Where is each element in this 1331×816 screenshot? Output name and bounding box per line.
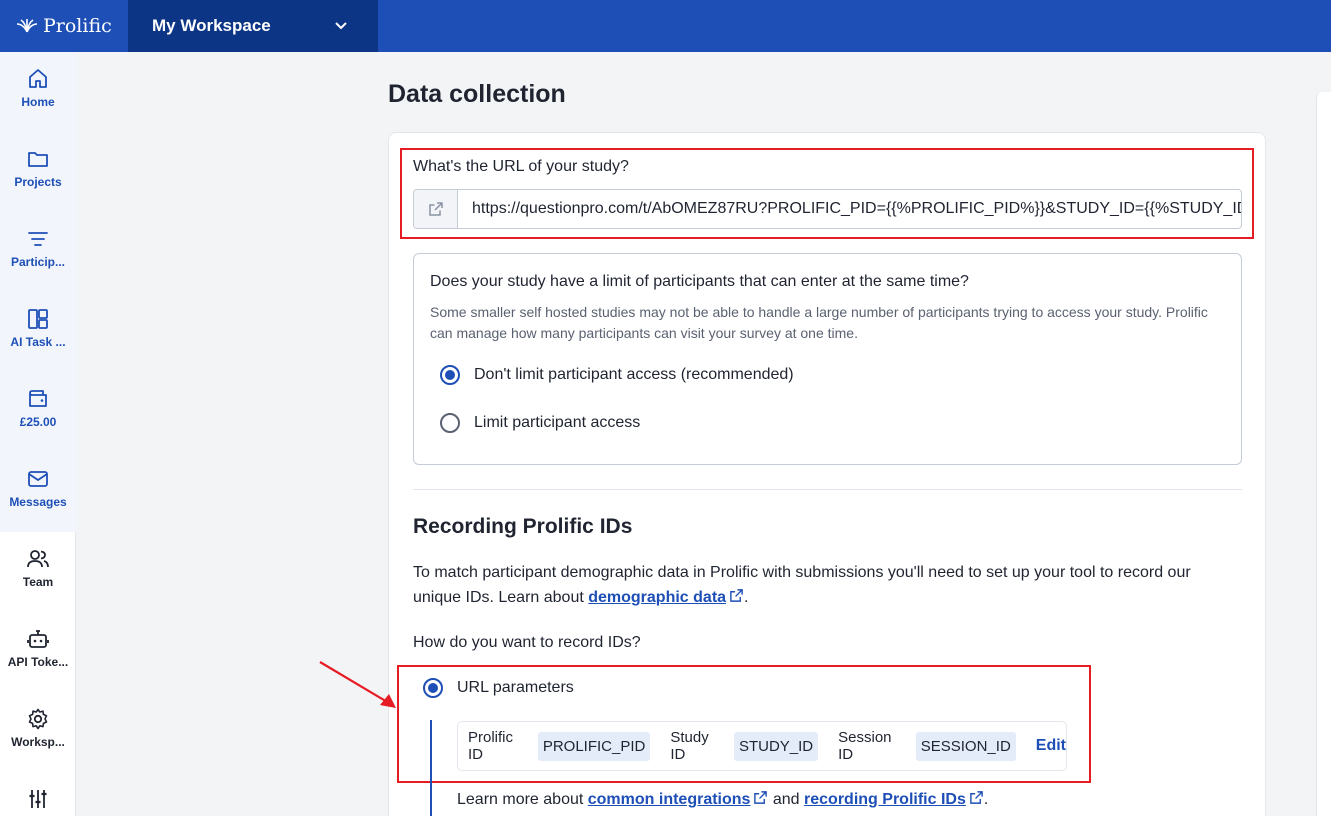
sidebar-item-ai-task[interactable]: AI Task ...	[0, 292, 76, 372]
workspace-name: My Workspace	[152, 16, 271, 35]
learn-text: Learn more about	[457, 791, 588, 808]
participant-limit-panel: Does your study have a limit of particip…	[413, 253, 1242, 465]
sidebar-item-settings[interactable]	[0, 772, 76, 816]
divider	[413, 489, 1242, 490]
study-url-value: https://questionpro.com/t/AbOMEZ87RU?PRO…	[472, 200, 1241, 217]
sidebar-item-label: £25.00	[19, 415, 57, 429]
desc-text: To match participant demographic data in…	[413, 564, 1191, 606]
workspace-switcher[interactable]: My Workspace	[128, 0, 378, 52]
prolific-logo-icon	[16, 19, 38, 33]
mail-icon	[28, 471, 48, 487]
recording-ids-description: To match participant demographic data in…	[413, 560, 1233, 610]
radio-dont-limit[interactable]: Don't limit participant access (recommen…	[440, 365, 794, 385]
external-link-icon	[428, 202, 443, 216]
page-title: Data collection	[388, 80, 566, 108]
layout-icon	[28, 309, 48, 329]
external-link-icon	[754, 791, 768, 804]
radio-unselected-icon[interactable]	[440, 413, 460, 433]
sidebar-item-label: Messages	[9, 495, 67, 509]
external-link-icon	[730, 589, 743, 602]
link-text: common integrations	[587, 791, 751, 808]
radio-limit-access[interactable]: Limit participant access	[440, 413, 640, 433]
gear-icon	[28, 708, 48, 730]
study-url-input[interactable]: https://questionpro.com/t/AbOMEZ87RU?PRO…	[413, 189, 1242, 229]
side-panel-edge	[1316, 92, 1331, 816]
home-icon	[29, 69, 47, 88]
prolific-logo[interactable]: Prolific	[0, 0, 128, 52]
brand-name: Prolific	[43, 15, 112, 37]
common-integrations-link[interactable]: common integrations	[588, 791, 769, 808]
study-url-label: What's the URL of your study?	[413, 158, 629, 175]
folder-icon	[28, 152, 48, 167]
sidebar: Home Projects Particip... AI Task ... £2…	[0, 52, 76, 816]
sidebar-item-home[interactable]: Home	[0, 52, 76, 132]
sidebar-item-label: Particip...	[10, 255, 66, 269]
sidebar-item-label: API Toke...	[7, 655, 69, 669]
record-method-question: How do you want to record IDs?	[413, 634, 641, 651]
link-text: recording Prolific IDs	[804, 791, 966, 808]
param-value-session-id: SESSION_ID	[915, 731, 1016, 761]
wallet-icon	[29, 390, 47, 407]
param-label-prolific-id: Prolific ID	[468, 729, 514, 763]
learn-text: .	[983, 791, 989, 808]
learn-more-text: Learn more about common integrations and…	[457, 790, 988, 809]
radio-selected-icon[interactable]	[440, 365, 460, 385]
radio-label: Don't limit participant access (recommen…	[474, 366, 794, 383]
link-text: demographic data	[588, 589, 727, 606]
edit-params-button[interactable]: Edit	[1036, 737, 1066, 755]
sidebar-item-participants[interactable]: Particip...	[0, 212, 76, 292]
sidebar-item-workspace[interactable]: Worksp...	[0, 692, 76, 772]
learn-text: and	[768, 791, 805, 808]
sliders-icon	[29, 790, 47, 808]
sidebar-item-label: Home	[21, 95, 55, 109]
sidebar-item-messages[interactable]: Messages	[0, 452, 76, 532]
annotation-arrow	[319, 661, 396, 708]
sidebar-item-label: AI Task ...	[10, 335, 66, 349]
robot-icon	[27, 630, 49, 648]
sidebar-item-label: Team	[22, 575, 54, 589]
chevron-down-icon	[335, 22, 347, 30]
limit-description: Some smaller self hosted studies may not…	[430, 304, 1208, 341]
recording-prolific-ids-link[interactable]: recording Prolific IDs	[804, 791, 984, 808]
param-value-prolific-id: PROLIFIC_PID	[537, 731, 651, 761]
param-label-session-id: Session ID	[838, 729, 892, 763]
radio-label: Limit participant access	[474, 414, 641, 431]
param-value-study-id: STUDY_ID	[733, 731, 819, 761]
sidebar-item-label: Projects	[14, 175, 62, 189]
sidebar-item-api-tokens[interactable]: API Toke...	[0, 612, 76, 692]
sidebar-item-balance[interactable]: £25.00	[0, 372, 76, 452]
recording-ids-title: Recording Prolific IDs	[413, 515, 633, 538]
sidebar-item-team[interactable]: Team	[0, 532, 76, 612]
filter-icon	[28, 232, 48, 246]
users-icon	[27, 550, 49, 568]
external-link-button[interactable]	[414, 190, 458, 228]
url-parameters-panel: Prolific ID PROLIFIC_PID Study ID STUDY_…	[457, 721, 1067, 771]
sidebar-item-label: Worksp...	[11, 735, 65, 749]
params-indent-line	[430, 720, 432, 816]
limit-question: Does your study have a limit of particip…	[430, 273, 969, 290]
top-bar: Prolific My Workspace	[0, 0, 1331, 52]
param-label-study-id: Study ID	[670, 729, 709, 763]
external-link-icon	[970, 791, 983, 804]
sidebar-item-projects[interactable]: Projects	[0, 132, 76, 212]
demographic-data-link[interactable]: demographic data	[588, 589, 744, 606]
radio-url-parameters[interactable]: URL parameters	[423, 678, 574, 698]
desc-text: .	[744, 589, 749, 606]
radio-label: URL parameters	[457, 679, 574, 696]
radio-selected-icon[interactable]	[423, 678, 443, 698]
